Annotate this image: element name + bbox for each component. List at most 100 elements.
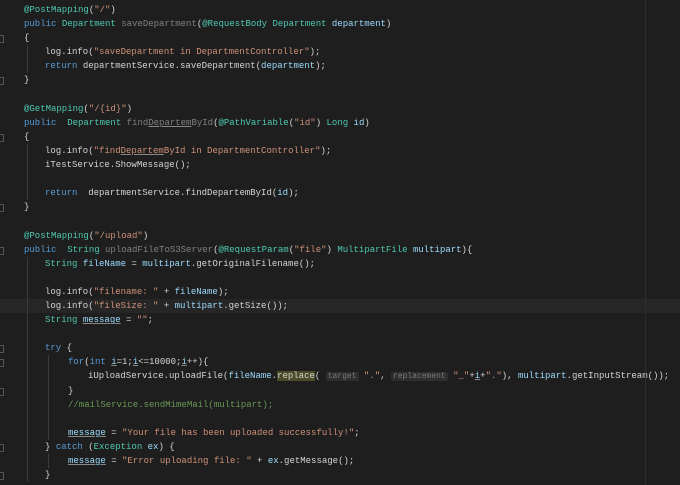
code-token: public bbox=[24, 117, 68, 128]
code-token: public bbox=[24, 244, 68, 255]
code-line[interactable]: message = "Your file has been uploaded s… bbox=[0, 425, 680, 440]
code-line[interactable] bbox=[0, 327, 680, 342]
indent-guide bbox=[27, 186, 28, 201]
code-line[interactable]: public String uploadFileToS3Server(@Requ… bbox=[0, 243, 680, 257]
code-token: return bbox=[45, 188, 89, 199]
code-token: department bbox=[261, 61, 316, 72]
code-token: } bbox=[24, 75, 30, 86]
code-line[interactable]: public Department findDepartemById(@Path… bbox=[0, 116, 680, 130]
code-line[interactable]: message = "Error uploading file: " + ex.… bbox=[0, 454, 680, 469]
code-line[interactable]: } bbox=[0, 73, 680, 87]
code-token: replace bbox=[277, 371, 315, 382]
indent-guide bbox=[27, 397, 28, 412]
fold-marker-icon[interactable] bbox=[0, 345, 4, 354]
code-line[interactable] bbox=[0, 270, 680, 285]
code-line[interactable]: @PostMapping("/") bbox=[0, 3, 680, 17]
code-text: @PostMapping("/") bbox=[24, 3, 116, 17]
code-line[interactable]: @GetMapping("/{id}") bbox=[0, 102, 680, 116]
code-token: ) bbox=[110, 5, 116, 15]
fold-marker-icon[interactable] bbox=[0, 359, 4, 368]
indent-guide bbox=[48, 397, 49, 412]
code-token: try bbox=[45, 343, 67, 354]
indent-guide bbox=[27, 425, 28, 440]
code-token: ); bbox=[288, 188, 299, 199]
code-line[interactable]: log.info("filename: " + fileName); bbox=[0, 284, 680, 299]
code-token: "/" bbox=[94, 5, 111, 15]
fold-marker-icon[interactable] bbox=[0, 133, 4, 142]
code-token: ById in DepartmentController" bbox=[163, 145, 321, 156]
code-token: "." bbox=[485, 371, 502, 382]
code-token: "/{id}" bbox=[88, 103, 127, 114]
code-line[interactable]: String message = ""; bbox=[0, 313, 680, 328]
code-token: iTestService.ShowMessage(); bbox=[45, 160, 191, 171]
code-line[interactable]: } bbox=[0, 383, 680, 398]
code-line[interactable]: iTestService.ShowMessage(); bbox=[0, 158, 680, 173]
code-text: } bbox=[24, 200, 29, 214]
code-line[interactable]: } bbox=[0, 468, 680, 483]
code-line[interactable] bbox=[0, 172, 680, 187]
code-line[interactable]: try { bbox=[0, 341, 680, 356]
code-token: ById bbox=[191, 117, 214, 128]
code-line[interactable]: for(int i=1;i<=10000;i++){ bbox=[0, 355, 680, 370]
code-line[interactable]: return departmentService.saveDepartment(… bbox=[0, 59, 680, 74]
code-line[interactable]: log.info("saveDepartment in DepartmentCo… bbox=[0, 45, 680, 60]
code-token: fileName bbox=[228, 371, 272, 382]
fold-marker-icon[interactable] bbox=[0, 387, 4, 396]
indent-guide bbox=[27, 383, 28, 398]
fold-marker-icon[interactable] bbox=[0, 35, 4, 44]
code-line[interactable] bbox=[0, 214, 680, 228]
code-text: public String uploadFileToS3Server(@Requ… bbox=[24, 243, 472, 257]
code-editor[interactable]: @PostMapping("/") public Department saveD… bbox=[0, 3, 680, 483]
code-line[interactable]: log.info("fileSize: " + multipart.getSiz… bbox=[0, 298, 680, 314]
code-token: ){ bbox=[461, 244, 473, 255]
indent-guide bbox=[27, 158, 28, 173]
code-line[interactable] bbox=[0, 411, 680, 426]
code-line[interactable]: iUploadService.uploadFile(fileName.repla… bbox=[0, 369, 680, 384]
code-token: multipart bbox=[142, 258, 191, 269]
code-token: @PostMapping bbox=[24, 5, 89, 15]
code-text: public Department findDepartemById(@Path… bbox=[24, 116, 370, 130]
code-token: String bbox=[45, 258, 83, 269]
code-line[interactable] bbox=[0, 88, 680, 102]
code-token: .getMessage(); bbox=[278, 456, 355, 466]
code-line[interactable]: { bbox=[0, 31, 680, 45]
indent-guide bbox=[27, 256, 28, 271]
indent-guide bbox=[27, 284, 28, 299]
fold-marker-icon[interactable] bbox=[0, 246, 4, 255]
code-line[interactable]: return departmentService.findDepartemByI… bbox=[0, 186, 680, 201]
code-token: + bbox=[251, 456, 268, 466]
code-token: Departem bbox=[148, 117, 192, 128]
code-line[interactable]: public Department saveDepartment(@Reques… bbox=[0, 17, 680, 31]
indent-guide bbox=[27, 439, 28, 454]
indent-guide bbox=[48, 411, 49, 426]
fold-marker-icon[interactable] bbox=[0, 472, 4, 481]
code-line[interactable]: //mailService.sendMimeMail(multipart); bbox=[0, 397, 680, 412]
indent-guide bbox=[27, 172, 28, 187]
code-token: ) bbox=[315, 117, 327, 128]
code-token: ex bbox=[147, 441, 159, 452]
code-text: log.info("findDepartemById in Department… bbox=[45, 144, 331, 158]
code-token: ) bbox=[142, 230, 149, 241]
code-token: fileName bbox=[82, 258, 127, 269]
code-token: ); bbox=[315, 61, 326, 72]
code-line[interactable]: } bbox=[0, 200, 680, 214]
code-token: { bbox=[24, 131, 30, 142]
code-token: id bbox=[277, 188, 289, 199]
fold-marker-icon[interactable] bbox=[0, 204, 4, 213]
code-line[interactable]: @PostMapping("/upload") bbox=[0, 229, 680, 243]
code-line[interactable]: { bbox=[0, 130, 680, 144]
code-line[interactable]: String fileName = multipart.getOriginalF… bbox=[0, 256, 680, 271]
code-token: @GetMapping bbox=[24, 103, 84, 114]
fold-marker-icon[interactable] bbox=[0, 77, 4, 86]
code-token: = bbox=[105, 456, 123, 466]
code-line[interactable]: } catch (Exception ex) { bbox=[0, 439, 680, 454]
code-text: String fileName = multipart.getOriginalF… bbox=[45, 257, 315, 271]
code-token: + bbox=[158, 300, 175, 311]
indent-guide bbox=[27, 143, 28, 159]
code-token: "/upload" bbox=[94, 230, 143, 241]
indent-guide bbox=[27, 454, 28, 469]
code-token: + bbox=[158, 286, 175, 297]
code-token: message bbox=[82, 315, 121, 326]
code-line[interactable]: log.info("findDepartemById in Department… bbox=[0, 143, 680, 159]
fold-marker-icon[interactable] bbox=[0, 443, 4, 452]
